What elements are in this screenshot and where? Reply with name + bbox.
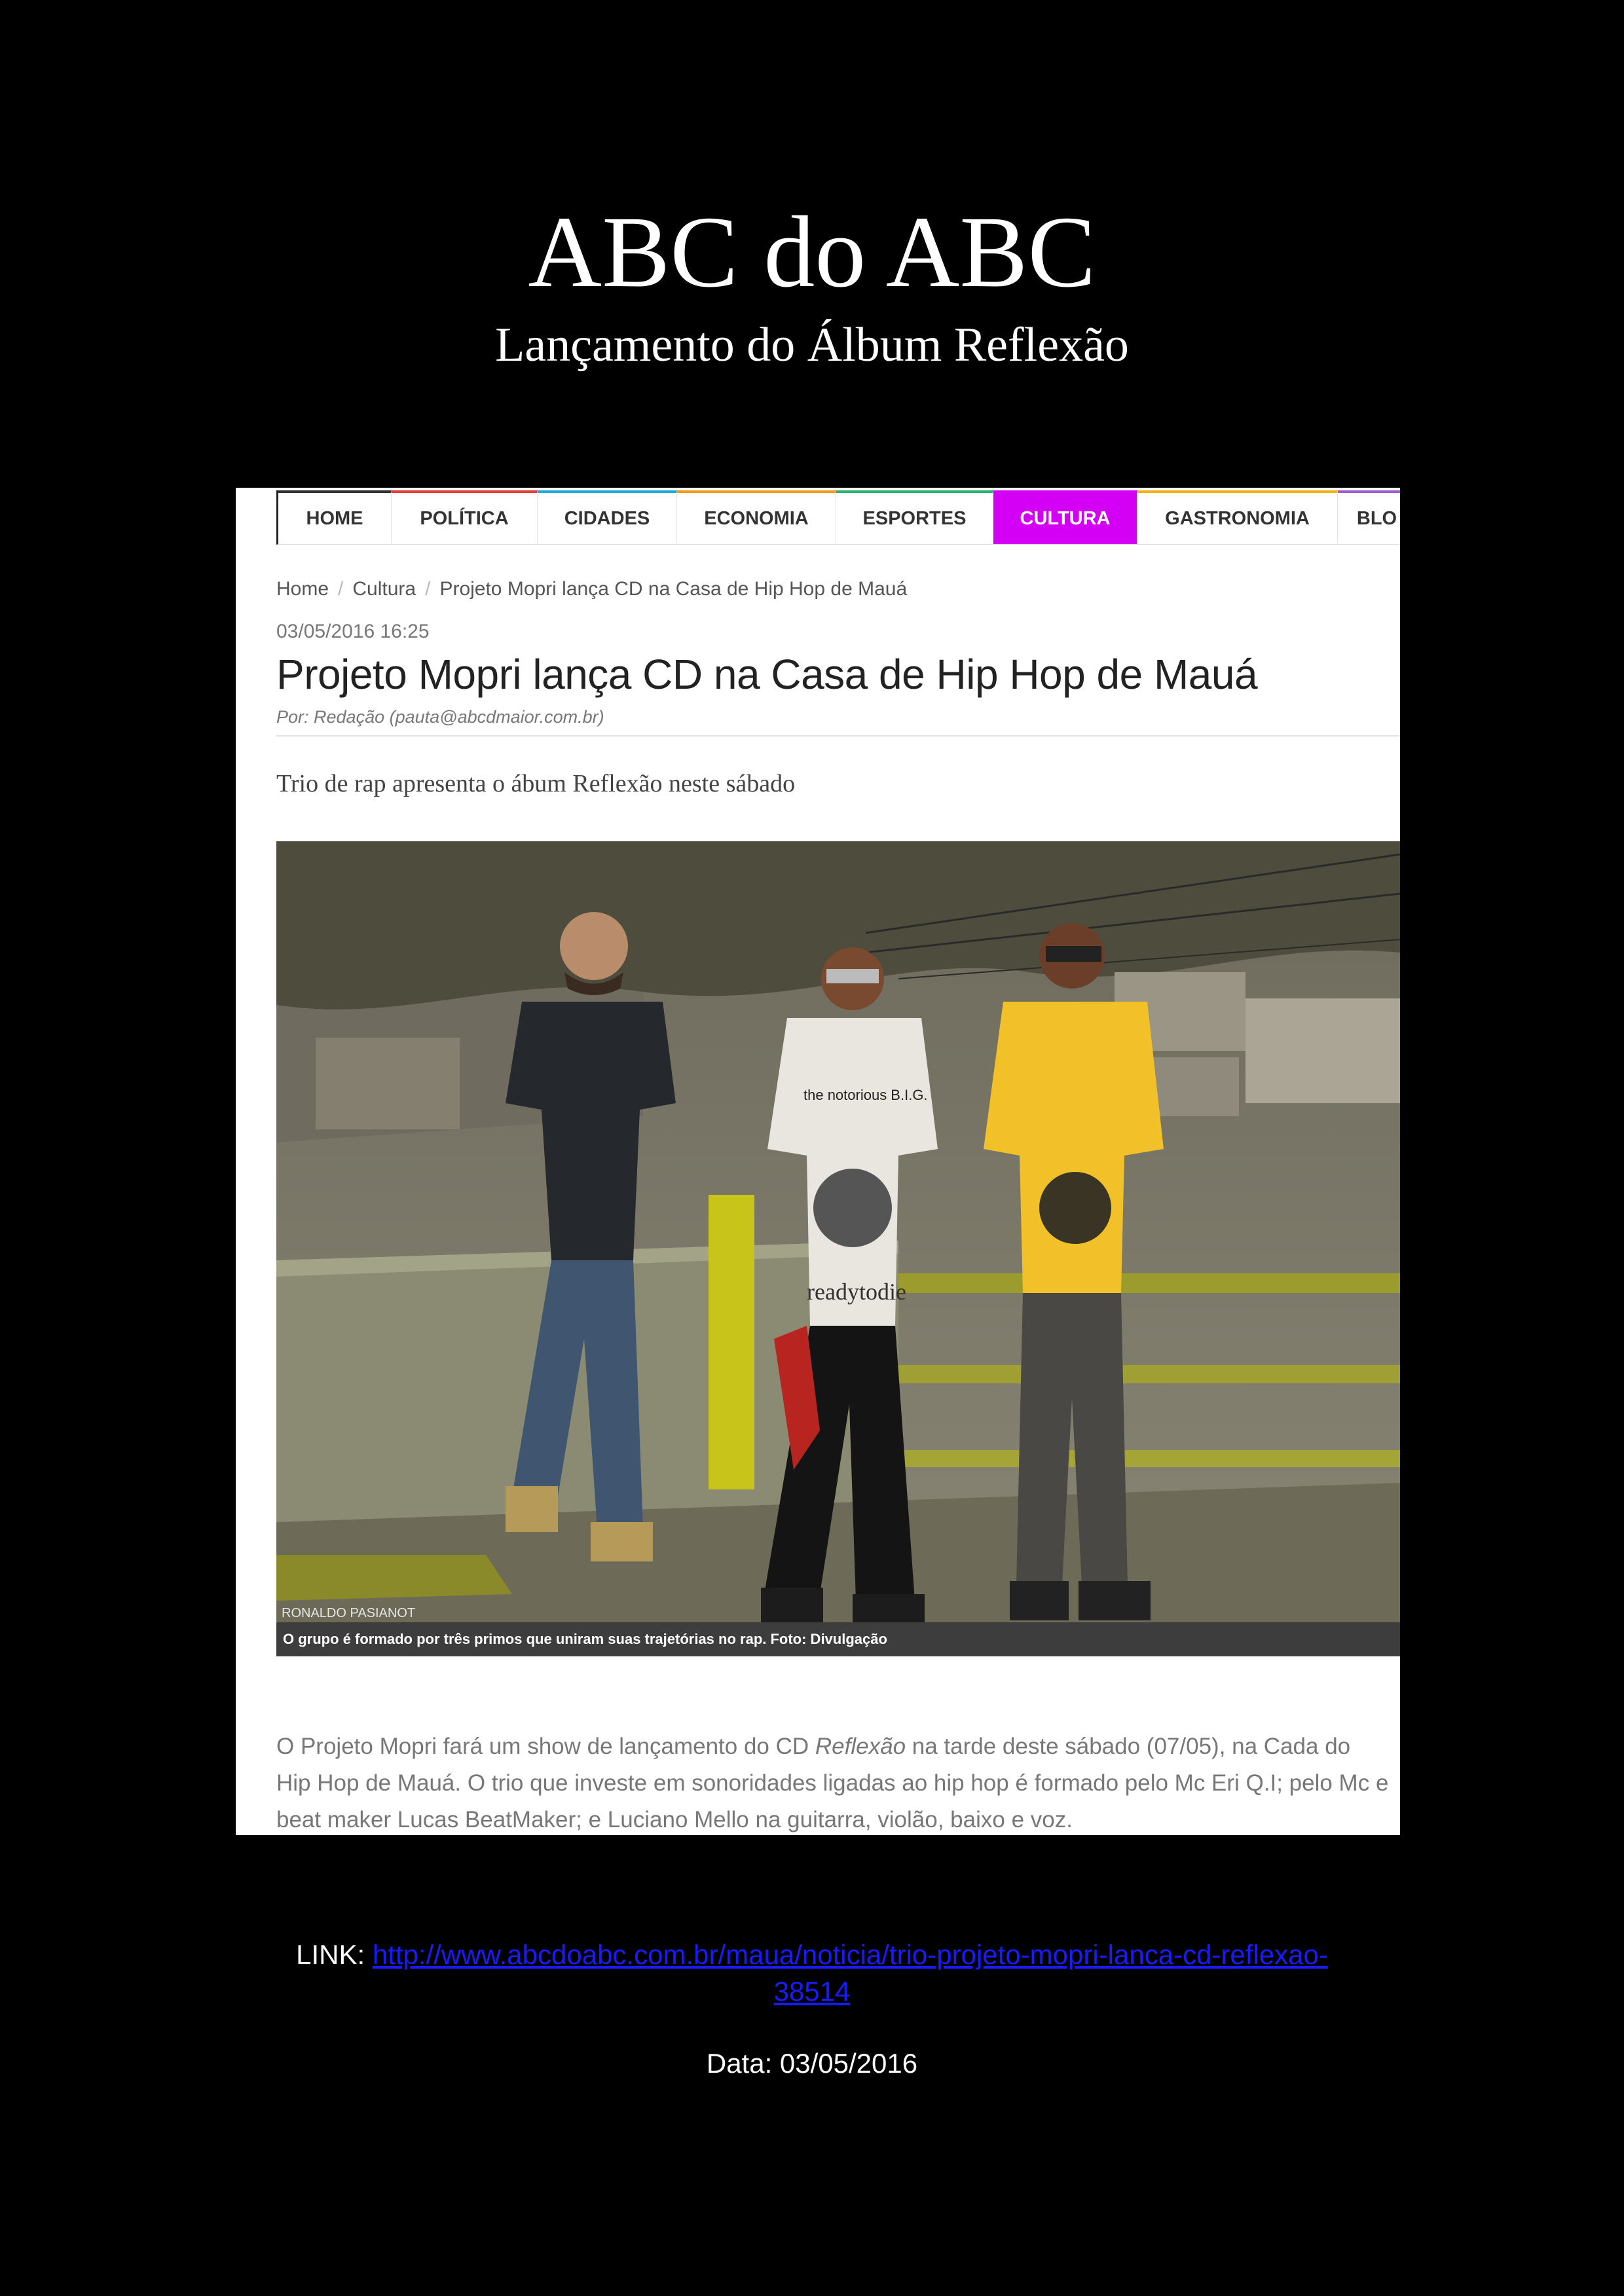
article-body: O Projeto Mopri fará um show de lançamen… xyxy=(276,1728,1390,1835)
article-byline: Por: Redação (pauta@abcdmaior.com.br) xyxy=(276,707,604,727)
band-photo-illustration: the notorious B.I.G. readytodie RONALDO … xyxy=(276,841,1400,1656)
source-link-part2: 38514 xyxy=(773,1976,851,2007)
nav-tab-cultura[interactable]: CULTURA xyxy=(993,490,1137,544)
article-date: 03/05/2016 16:25 xyxy=(276,621,430,642)
source-link[interactable]: http://www.abcdoabc.com.br/maua/noticia/… xyxy=(373,1939,1328,2007)
photo-watermark: RONALDO PASIANOT xyxy=(282,1606,415,1620)
breadcrumb-separator: / xyxy=(338,578,344,600)
article-headline: Projeto Mopri lança CD na Casa de Hip Ho… xyxy=(276,651,1258,698)
article-lead: Trio de rap apresenta o ábum Reflexão ne… xyxy=(276,770,796,797)
shirt-text-1: the notorious B.I.G. xyxy=(803,1087,928,1103)
publication-date: Data: 03/05/2016 xyxy=(706,2048,918,2079)
link-label: LINK: xyxy=(296,1939,373,1970)
main-nav: HOME POLÍTICA CIDADES ECONOMIA ESPORTES CULTU… xyxy=(276,490,1400,545)
nav-tab-economia[interactable]: ECONOMIA xyxy=(677,490,836,544)
source-link-part1: http://www.abcdoabc.com.br/maua/noticia/… xyxy=(372,1939,1328,1970)
nav-tab-esportes[interactable]: ESPORTES xyxy=(836,490,993,544)
nav-tab-cidades[interactable]: CIDADES xyxy=(538,490,677,544)
photo-caption: O grupo é formado por três primos que un… xyxy=(276,1622,1400,1656)
shirt-text-2: readytodie xyxy=(807,1279,906,1305)
breadcrumb-home[interactable]: Home xyxy=(276,578,329,600)
nav-tab-home[interactable]: HOME xyxy=(278,490,392,544)
article-screenshot: HOME POLÍTICA CIDADES ECONOMIA ESPORTES CULTU… xyxy=(236,488,1400,1835)
document-title: ABC do ABC xyxy=(528,195,1096,308)
document-subtitle: Lançamento do Álbum Reflexão xyxy=(495,318,1129,372)
article-photo: the notorious B.I.G. readytodie RONALDO … xyxy=(276,841,1400,1656)
nav-tab-política[interactable]: POLÍTICA xyxy=(392,490,538,544)
divider xyxy=(276,735,1400,737)
source-link-line: LINK: http://www.abcdoabc.com.br/maua/no… xyxy=(229,1937,1395,2010)
article-body-part1: O Projeto Mopri fará um show de lançamen… xyxy=(276,1734,815,1759)
breadcrumb-section[interactable]: Cultura xyxy=(352,578,416,600)
album-title-italic: Reflexão xyxy=(815,1734,906,1759)
breadcrumb-separator: / xyxy=(425,578,431,600)
breadcrumb-current: Projeto Mopri lança CD na Casa de Hip Ho… xyxy=(439,578,908,600)
nav-tab-blo[interactable]: BLO xyxy=(1338,490,1400,544)
breadcrumb: Home / Cultura / Projeto Mopri lança CD na C… xyxy=(276,578,907,600)
nav-tab-gastronomia[interactable]: GASTRONOMIA xyxy=(1137,490,1338,544)
